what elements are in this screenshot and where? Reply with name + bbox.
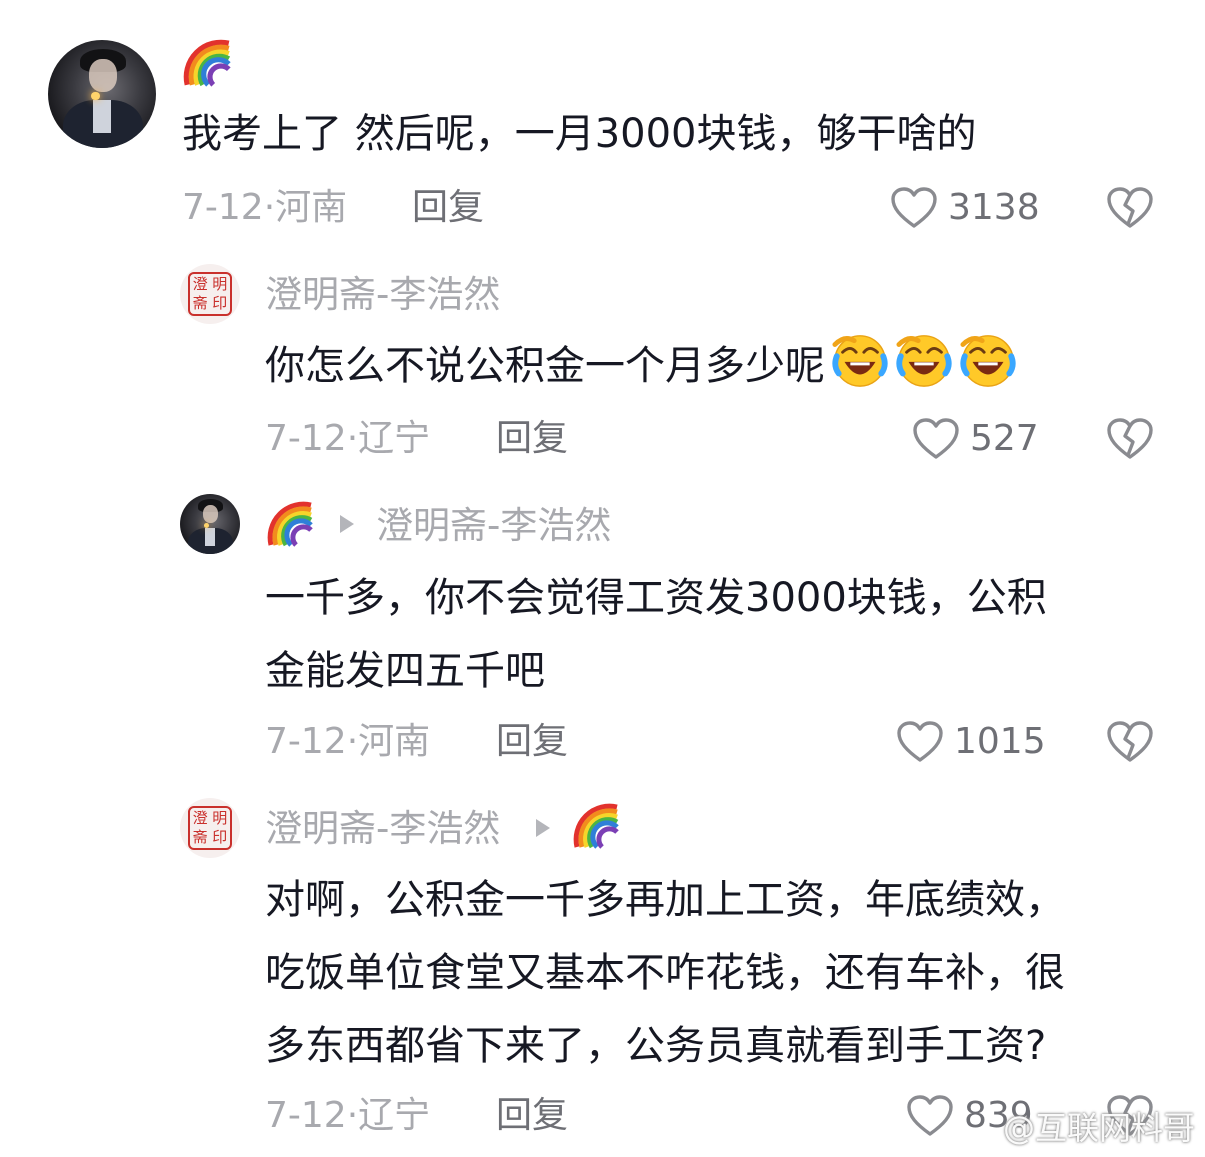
- author-name[interactable]: 澄明斋-李浩然: [265, 810, 500, 847]
- triangle-right-icon: [536, 819, 550, 837]
- comment-date: 7-12: [182, 187, 264, 228]
- avatar[interactable]: [180, 494, 240, 554]
- comment-line: 一千多，你不会觉得工资发3000块钱，公积: [265, 575, 1047, 621]
- reply-button[interactable]: 回复: [496, 1098, 568, 1134]
- laughing-crying-emoji-icon: [959, 331, 1017, 389]
- meta-separator: ·: [346, 721, 359, 762]
- heart-icon[interactable]: [896, 720, 944, 764]
- meta-separator: ·: [346, 418, 359, 459]
- comment-location: 辽宁: [358, 418, 431, 459]
- meta-separator: ·: [346, 1095, 359, 1136]
- laughing-crying-emoji-icon: [895, 331, 953, 389]
- comment-meta: 7-12·辽宁: [265, 1098, 430, 1134]
- comment-date: 7-12: [265, 721, 347, 762]
- seal-image: 澄明斋印: [188, 272, 232, 316]
- reply-to-name[interactable]: 澄明斋-李浩然: [376, 507, 611, 544]
- comment-location: 河南: [358, 721, 431, 762]
- comment-text: 我考上了 然后呢，一月3000块钱，够干啥的: [182, 98, 977, 171]
- rainbow-icon[interactable]: [182, 38, 234, 90]
- heart-icon[interactable]: [906, 1094, 954, 1138]
- broken-heart-icon[interactable]: [1106, 417, 1154, 461]
- like-count: 3138: [948, 187, 1040, 228]
- heart-icon[interactable]: [912, 417, 960, 461]
- heart-icon[interactable]: [890, 186, 938, 230]
- like-count: 1015: [954, 721, 1046, 762]
- seal-image: 澄明斋印: [188, 806, 232, 850]
- avatar[interactable]: [48, 40, 156, 148]
- comment-line: 我考上了 然后呢，一月3000块钱，够干啥的: [182, 111, 977, 157]
- comment-meta: 7-12·辽宁: [265, 421, 430, 457]
- reply-button[interactable]: 回复: [412, 190, 484, 226]
- meta-separator: ·: [263, 187, 276, 228]
- comment-text: 你怎么不说公积金一个月多少呢: [265, 330, 1017, 403]
- rainbow-icon[interactable]: [572, 802, 622, 852]
- reply-button[interactable]: 回复: [496, 724, 568, 760]
- comment-date: 7-12: [265, 1095, 347, 1136]
- like-count: 527: [970, 418, 1039, 459]
- comment-line: 多东西都省下来了，公务员真就看到手工资?: [265, 1023, 1047, 1069]
- broken-heart-icon[interactable]: [1106, 186, 1154, 230]
- triangle-right-icon: [340, 515, 354, 533]
- comment-line: 金能发四五千吧: [265, 648, 545, 694]
- watermark: @互联网料哥: [1002, 1109, 1195, 1147]
- comment-line: 吃饭单位食堂又基本不咋花钱，还有车补，很: [265, 950, 1065, 996]
- rainbow-icon[interactable]: [266, 500, 316, 550]
- avatar[interactable]: 澄明斋印: [180, 798, 240, 858]
- avatar[interactable]: 澄明斋印: [180, 264, 240, 324]
- comment-meta: 7-12·河南: [265, 724, 430, 760]
- reply-button[interactable]: 回复: [496, 421, 568, 457]
- comment-text: 一千多，你不会觉得工资发3000块钱，公积 金能发四五千吧: [265, 562, 1047, 708]
- comment-meta: 7-12·河南: [182, 190, 347, 226]
- comment-location: 辽宁: [358, 1095, 431, 1136]
- comment-line: 对啊，公积金一千多再加上工资，年底绩效，: [265, 877, 1065, 923]
- comment-line: 你怎么不说公积金一个月多少呢: [265, 343, 825, 389]
- broken-heart-icon[interactable]: [1106, 720, 1154, 764]
- comment-date: 7-12: [265, 418, 347, 459]
- author-name[interactable]: 澄明斋-李浩然: [265, 276, 500, 313]
- comment-text: 对啊，公积金一千多再加上工资，年底绩效， 吃饭单位食堂又基本不咋花钱，还有车补，…: [265, 864, 1065, 1083]
- comment-location: 河南: [275, 187, 348, 228]
- laughing-crying-emoji-icon: [831, 331, 889, 389]
